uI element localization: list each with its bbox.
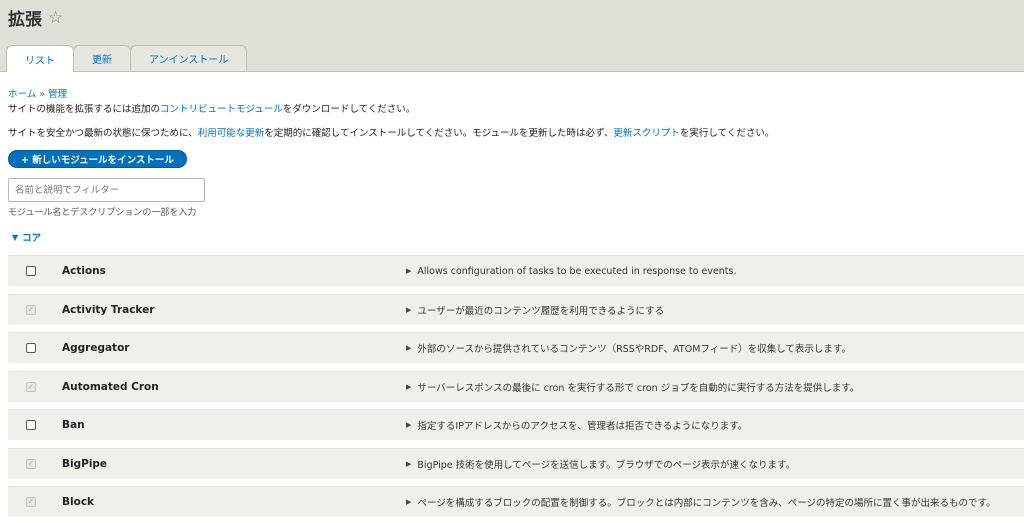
- module-description: サーバーレスポンスの最後に cron を実行する形で cron ジョブを自動的に…: [417, 382, 860, 394]
- module-description: 外部のソースから提供されているコンテンツ（RSSやRDF、ATOMフィード）を収…: [417, 344, 851, 355]
- breadcrumb-admin-link[interactable]: 管理: [48, 89, 67, 100]
- module-description-toggle[interactable]: ▶ ページを構成するブロックの配置を制御する。ブロックとは内部にコンテンツを含み、…: [406, 495, 1024, 509]
- triangle-right-icon: ▶: [406, 382, 412, 391]
- core-section-toggle[interactable]: ▼ コア: [12, 231, 1016, 245]
- module-row: Ban ▶ 指定するIPアドレスからのアクセスを、管理者は拒否できるようになります。: [8, 409, 1024, 440]
- page-title-text: 拡張: [8, 10, 42, 30]
- install-new-module-button[interactable]: + 新しいモジュールをインストール: [8, 150, 187, 168]
- module-checkbox-cell: ✓: [8, 458, 54, 469]
- triangle-down-icon: ▼: [12, 232, 19, 242]
- triangle-right-icon: ▶: [406, 459, 412, 468]
- module-row: Actions ▶ Allows configuration of tasks to…: [8, 255, 1024, 286]
- module-checkbox: ✓: [26, 497, 36, 507]
- module-name: BigPipe: [62, 457, 108, 470]
- tab-list[interactable]: リスト: [6, 45, 74, 72]
- help-text-1-before: サイトの機能を拡張するには追加の: [8, 104, 161, 115]
- module-description-toggle[interactable]: ▶ ユーザーが最近のコンテンツ履歴を利用できるようにする: [406, 303, 1024, 317]
- module-row: Aggregator ▶ 外部のソースから提供されているコンテンツ（RSSやRDF、…: [8, 332, 1024, 363]
- module-description: BigPipe 技術を使用してページを送信します。ブラウザでのページ表示が速くな…: [417, 459, 796, 471]
- triangle-right-icon: ▶: [406, 498, 412, 506]
- module-name: Ban: [62, 419, 85, 431]
- module-name: Activity Tracker: [62, 303, 155, 316]
- help-text-1-after: をダウンロードしてください。: [282, 104, 416, 115]
- module-description: ユーザーが最近のコンテンツ履歴を利用できるようにする: [417, 305, 665, 317]
- module-name: Actions: [62, 265, 106, 277]
- star-icon[interactable]: ☆: [48, 8, 63, 28]
- module-description-toggle[interactable]: ▶ サーバーレスポンスの最後に cron を実行する形で cron ジョブを自動的…: [406, 380, 1024, 394]
- breadcrumb: ホーム » 管理: [8, 86, 1016, 100]
- module-checkbox-cell: ✓: [8, 304, 54, 315]
- triangle-right-icon: ▶: [406, 344, 412, 352]
- help-text-2-before: サイトを安全かつ最新の状態に保つために、: [8, 128, 198, 139]
- module-checkbox: ✓: [26, 381, 36, 392]
- page-header: 拡張 ☆ リスト 更新 アンインストール: [0, 0, 1024, 72]
- tab-update[interactable]: 更新: [73, 45, 131, 71]
- help-text-2-middle: を定期的に確認してインストールしてください。モジュールを更新した時は必ず、: [264, 128, 614, 139]
- page-title: 拡張 ☆: [8, 5, 63, 31]
- triangle-right-icon: ▶: [406, 267, 412, 275]
- core-section-label: コア: [22, 233, 42, 244]
- available-updates-link[interactable]: 利用可能な更新: [198, 128, 265, 139]
- module-description: Allows configuration of tasks to be exec…: [417, 265, 737, 277]
- breadcrumb-separator: »: [36, 89, 49, 100]
- module-description: ページを構成するブロックの配置を制御する。ブロックとは内部にコンテンツを含み、ペ…: [417, 498, 996, 509]
- module-checkbox-cell: [8, 343, 54, 353]
- module-description-toggle[interactable]: ▶ BigPipe 技術を使用してページを送信します。ブラウザでのページ表示が速く…: [406, 457, 1024, 471]
- module-checkbox-cell: ✓: [8, 381, 54, 392]
- tab-uninstall[interactable]: アンインストール: [130, 45, 248, 71]
- module-description-toggle[interactable]: ▶ 外部のソースから提供されているコンテンツ（RSSやRDF、ATOMフィード）を…: [406, 341, 1024, 355]
- main-content: ホーム » 管理 サイトの機能を拡張するには追加のコントリビュートモジュールをダ…: [0, 72, 1024, 517]
- module-row: ✓ Block ▶ ページを構成するブロックの配置を制御する。ブロックとは内部にコンテ…: [8, 486, 1024, 517]
- contrib-modules-link[interactable]: コントリビュートモジュール: [160, 104, 283, 115]
- module-name: Aggregator: [62, 342, 130, 354]
- module-description-toggle[interactable]: ▶ Allows configuration of tasks to be exe…: [406, 266, 1024, 277]
- triangle-right-icon: ▶: [406, 305, 412, 314]
- module-checkbox-cell: ✓: [8, 497, 54, 507]
- module-description-toggle[interactable]: ▶ 指定するIPアドレスからのアクセスを、管理者は拒否できるようになります。: [406, 418, 1024, 432]
- module-row: ✓ BigPipe ▶ BigPipe 技術を使用してページを送信します。ブラウザでの…: [8, 447, 1024, 479]
- module-table: Actions ▶ Allows configuration of tasks to…: [8, 255, 1024, 517]
- primary-tabs: リスト 更新 アンインストール: [6, 45, 248, 72]
- filter-hint: モジュール名とデスクリプションの一部を入力: [8, 208, 197, 218]
- module-checkbox[interactable]: [26, 343, 36, 353]
- module-row: ✓ Activity Tracker ▶ ユーザーが最近のコンテンツ履歴を利用できるよ…: [8, 293, 1024, 325]
- filter-input[interactable]: [8, 178, 205, 202]
- triangle-right-icon: ▶: [406, 421, 412, 429]
- module-checkbox[interactable]: [26, 266, 36, 276]
- help-text-2-after: を実行してください。: [679, 128, 775, 139]
- module-checkbox[interactable]: [26, 420, 36, 430]
- module-checkbox: ✓: [26, 304, 36, 315]
- module-description: 指定するIPアドレスからのアクセスを、管理者は拒否できるようになります。: [417, 421, 748, 432]
- module-checkbox-cell: [8, 420, 54, 430]
- update-script-link[interactable]: 更新スクリプト: [613, 128, 680, 139]
- module-row: ✓ Automated Cron ▶ サーバーレスポンスの最後に cron を実行する…: [8, 370, 1024, 402]
- module-name: Automated Cron: [62, 380, 159, 393]
- module-checkbox: ✓: [26, 458, 36, 469]
- help-text-2: サイトを安全かつ最新の状態に保つために、利用可能な更新を定期的に確認してインスト…: [8, 125, 1016, 139]
- module-checkbox-cell: [8, 266, 54, 276]
- module-name: Block: [62, 496, 95, 508]
- breadcrumb-home-link[interactable]: ホーム: [8, 89, 36, 100]
- help-text-1: サイトの機能を拡張するには追加のコントリビュートモジュールをダウンロードしてくだ…: [8, 101, 1016, 115]
